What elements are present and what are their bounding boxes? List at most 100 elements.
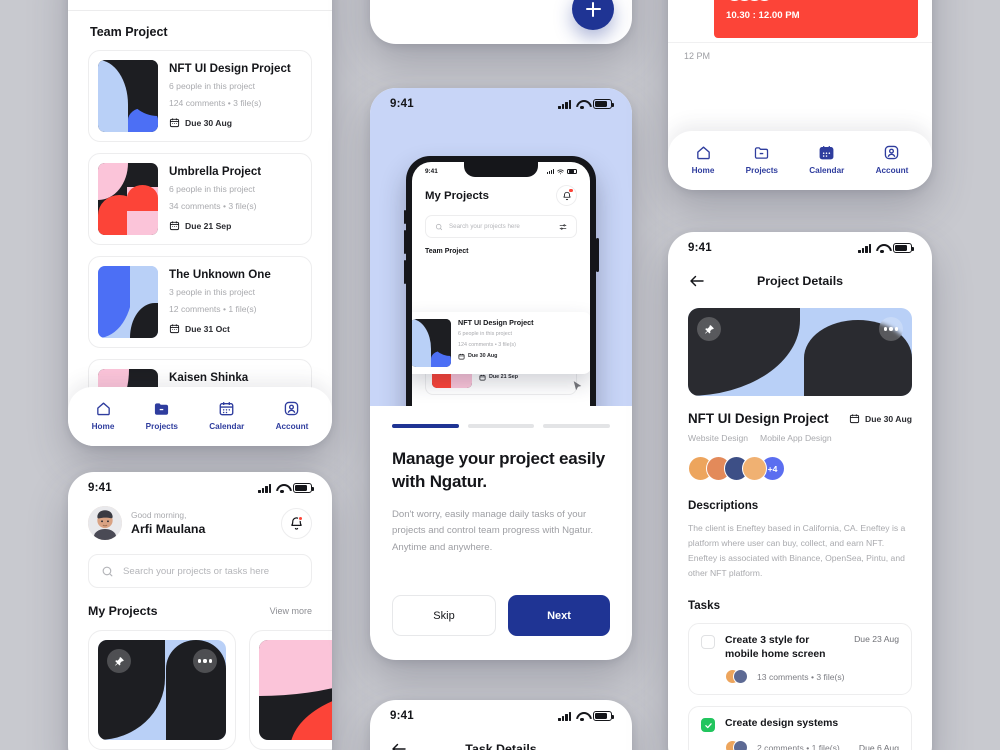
status-time: 9:41 — [88, 482, 112, 494]
avatar[interactable] — [88, 506, 122, 540]
page-title: My Projects — [425, 189, 489, 202]
bottom-tab-bar[interactable]: Home Projects Calendar Account — [668, 131, 932, 190]
calendar-row[interactable]: 12 PM — [668, 42, 932, 98]
greeting-block: Good morning, Arfi Maulana — [131, 510, 272, 537]
project-people: 6 people in this project — [169, 81, 255, 92]
search-placeholder: Search your projects or tasks here — [123, 565, 270, 577]
calendar-grid[interactable]: 11 4 people attend this meeting — [668, 0, 932, 98]
descriptions-title: Descriptions — [688, 499, 759, 512]
notification-button[interactable] — [281, 507, 312, 539]
project-title: Umbrella Project — [169, 165, 262, 178]
project-thumbnail — [98, 640, 226, 740]
pin-icon — [114, 656, 124, 666]
avatar-stack[interactable]: +4 — [688, 456, 912, 481]
tab-label: Account — [275, 422, 309, 431]
bottom-tab-bar[interactable]: Home Projects Calendar Account — [68, 387, 332, 446]
tab-account[interactable]: Account — [876, 144, 908, 175]
project-tag: Website Design — [688, 433, 749, 443]
project-due-label: Due 30 Aug — [185, 117, 232, 128]
pagination-dots[interactable] — [392, 424, 611, 428]
avatar — [733, 740, 748, 750]
project-meta: 124 comments • 3 file(s) — [169, 98, 262, 109]
page-title: Task Details — [465, 742, 537, 750]
search-input[interactable]: Search your projects here — [425, 215, 577, 238]
event-time: 10.30 : 12.00 PM — [726, 10, 800, 21]
view-more-link[interactable]: View more — [270, 606, 312, 616]
tab-home[interactable]: Home — [91, 400, 115, 431]
search-input[interactable]: Search your projects or tasks here — [88, 554, 312, 588]
folder-icon — [155, 403, 169, 415]
project-thumbnail — [98, 266, 158, 338]
pin-button[interactable] — [107, 649, 131, 673]
calendar-row[interactable]: 11 4 people attend this meeting — [668, 0, 932, 42]
tab-calendar[interactable]: Calendar — [809, 144, 844, 175]
folder-icon — [755, 147, 769, 159]
tab-home[interactable]: Home — [691, 144, 715, 175]
project-card[interactable] — [249, 630, 332, 750]
pin-button[interactable] — [697, 317, 721, 341]
screenshot-canvas: Team Project NFT UI Design Project 6 peo… — [0, 0, 1000, 750]
avatar-illustration — [88, 506, 122, 540]
calendar-cell[interactable] — [714, 43, 932, 98]
dot-active[interactable] — [392, 424, 459, 428]
dot[interactable] — [543, 424, 611, 428]
more-options-button[interactable] — [879, 317, 903, 341]
task-card[interactable]: Create design systems 2 comments • 1 fil… — [688, 706, 912, 750]
project-card-highlighted[interactable]: NFT UI Design Project 6 people in this p… — [412, 312, 590, 374]
project-tags: Website Design Mobile App Design — [668, 433, 932, 443]
task-card[interactable]: Create 3 style for mobile home screen Du… — [688, 623, 912, 696]
tab-calendar[interactable]: Calendar — [209, 400, 244, 431]
thumbnail-shape — [130, 303, 158, 338]
calendar-cell[interactable]: 4 people attend this meeting 10.30 : 12.… — [714, 0, 932, 42]
back-arrow-icon[interactable] — [390, 740, 408, 750]
greeting-text: Good morning, — [131, 509, 187, 520]
tab-label: Home — [691, 166, 715, 175]
projects-screen-panel: Team Project NFT UI Design Project 6 peo… — [68, 0, 332, 446]
more-options-button[interactable] — [193, 649, 217, 673]
next-button[interactable]: Next — [508, 595, 610, 636]
tab-projects[interactable]: Projects — [746, 144, 778, 175]
project-title: NFT UI Design Project — [688, 411, 829, 426]
project-card[interactable] — [88, 630, 236, 750]
notch — [464, 162, 538, 177]
home-screen-panel: 9:41 Good morning, Arfi Maulana Search y… — [68, 472, 332, 750]
project-thumbnail — [98, 163, 158, 235]
project-card[interactable]: NFT UI Design Project 6 people in this p… — [88, 50, 312, 142]
signal-icon — [558, 711, 571, 721]
tab-account[interactable]: Account — [275, 400, 309, 431]
add-button[interactable] — [572, 0, 614, 30]
calendar-hour-label: 12 PM — [684, 51, 711, 61]
back-arrow-icon[interactable] — [688, 272, 706, 290]
task-checkbox[interactable] — [701, 718, 715, 733]
task-checkbox[interactable] — [701, 635, 715, 650]
project-people: 6 people in this project — [458, 331, 512, 338]
signal-icon — [558, 99, 571, 109]
tab-label: Projects — [745, 166, 778, 175]
user-name: Arfi Maulana — [131, 522, 206, 537]
avatar[interactable] — [742, 456, 767, 481]
pin-icon — [704, 324, 714, 334]
wifi-icon — [576, 100, 588, 109]
dot[interactable] — [467, 424, 535, 428]
skip-button[interactable]: Skip — [392, 595, 496, 636]
project-card[interactable]: The Unknown One 3 people in this project… — [88, 256, 312, 348]
calendar-hour-label: 11 — [668, 0, 714, 42]
status-time: 9:41 — [390, 98, 414, 110]
notification-button[interactable] — [556, 185, 577, 206]
tab-projects[interactable]: Projects — [146, 400, 178, 431]
calendar-icon — [479, 374, 486, 381]
calendar-icon — [219, 402, 234, 416]
project-card-row[interactable] — [68, 618, 332, 750]
filter-icon[interactable] — [559, 223, 567, 231]
phone-mockup: 9:41 My Projects Search your projects he… — [403, 156, 599, 406]
project-card[interactable]: Umbrella Project 6 people in this projec… — [88, 153, 312, 245]
battery-icon — [293, 483, 314, 493]
calendar-event[interactable]: 4 people attend this meeting 10.30 : 12.… — [714, 0, 918, 38]
check-icon — [704, 722, 712, 728]
project-title-row: NFT UI Design Project Due 30 Aug — [668, 411, 932, 426]
account-icon — [885, 145, 899, 160]
tab-label: Home — [91, 422, 115, 431]
projects-list[interactable]: Team Project NFT UI Design Project 6 peo… — [68, 25, 332, 446]
battery-icon — [593, 99, 614, 109]
avatar — [756, 0, 773, 1]
